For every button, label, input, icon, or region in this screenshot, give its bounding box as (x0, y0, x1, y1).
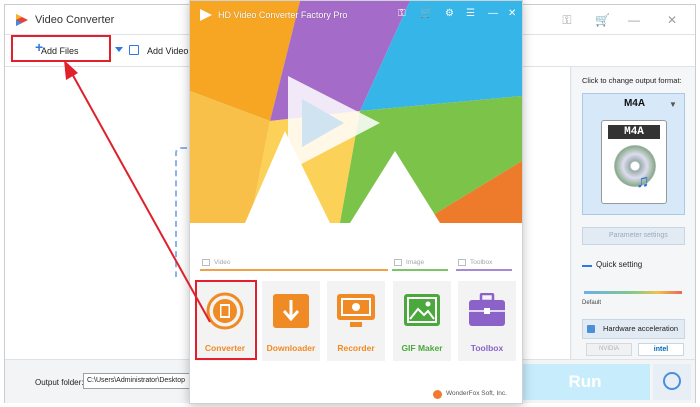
recorder-icon (337, 294, 375, 327)
parameter-settings-label: Parameter settings (609, 232, 668, 239)
quality-default-label: Default (582, 300, 602, 306)
quick-setting-label: Quick setting (596, 260, 643, 269)
output-folder-field[interactable]: C:\Users\Administrator\Desktop (83, 373, 193, 389)
nvidia-badge: NVIDIA (586, 343, 632, 356)
video-section-icon (202, 259, 210, 266)
output-folder-label: Output folder: (35, 378, 84, 387)
minimize-icon[interactable]: — (488, 8, 498, 20)
downloader-tile[interactable]: Downloader (262, 281, 320, 361)
cart-icon[interactable]: 🛒 (420, 8, 432, 20)
recorder-tile[interactable]: Recorder (327, 281, 385, 361)
footer: WonderFox Soft, Inc. (190, 379, 522, 403)
format-icon-label: M4A (608, 125, 660, 139)
section-video-label: Video (214, 259, 231, 266)
cart-icon[interactable]: 🛒 (595, 13, 610, 27)
output-settings-panel: Click to change output format: M4A ▼ M4A… (572, 67, 695, 359)
add-files-highlight (11, 35, 111, 62)
chevron-down-icon: ▼ (669, 100, 677, 109)
output-format-selector[interactable]: M4A ▼ M4A ♫ (582, 93, 685, 215)
downloader-icon (273, 294, 309, 328)
gif-maker-label: GIF Maker (401, 343, 443, 353)
section-divider (200, 269, 388, 271)
gif-maker-icon (404, 294, 440, 326)
hero-banner (190, 1, 522, 223)
wonderfox-logo-icon (433, 390, 442, 399)
music-note-icon: ♫ (636, 171, 650, 191)
section-divider (456, 269, 512, 271)
footer-credit: WonderFox Soft, Inc. (446, 390, 507, 397)
section-image-label: Image (406, 259, 425, 266)
change-format-hint: Click to change output format: (582, 76, 682, 85)
key-icon[interactable]: ⚿ (560, 13, 574, 27)
downloader-label: Downloader (266, 343, 316, 353)
key-icon[interactable]: ⚿ (398, 8, 406, 20)
minimize-icon[interactable]: — (627, 13, 641, 27)
parameter-settings-button[interactable]: Parameter settings (582, 227, 685, 245)
hardware-acceleration-toggle[interactable]: Hardware acceleration (582, 319, 685, 339)
converter-highlight (195, 280, 257, 360)
window-title: Video Converter (35, 14, 115, 26)
window-title: HD Video Converter Factory Pro (218, 10, 348, 20)
toolbox-section-icon (458, 259, 466, 266)
quality-slider[interactable] (584, 291, 682, 294)
hardware-acceleration-label: Hardware acceleration (603, 324, 679, 333)
alarm-clock-button[interactable] (653, 364, 691, 400)
close-icon[interactable]: ✕ (665, 13, 679, 27)
toolbox-label: Toolbox (470, 343, 504, 353)
settings-icon[interactable]: ⚙ (445, 8, 454, 20)
section-toolbox-label: Toolbox (470, 259, 493, 266)
image-section-icon (394, 259, 402, 266)
menu-icon[interactable]: ☰ (466, 8, 475, 20)
toolbox-icon (469, 293, 505, 326)
disc-icon (614, 145, 656, 187)
run-button[interactable]: Run (520, 364, 650, 400)
app-logo-icon (16, 14, 28, 26)
checkbox-icon[interactable] (587, 325, 595, 333)
toolbox-tile[interactable]: Toolbox (458, 281, 516, 361)
chevron-down-icon[interactable] (115, 47, 123, 52)
slider-icon (582, 265, 592, 267)
m4a-file-icon: M4A ♫ (601, 120, 667, 204)
recorder-label: Recorder (337, 343, 375, 353)
intel-badge: intel (638, 343, 684, 356)
alarm-clock-icon (663, 372, 681, 390)
close-icon[interactable]: ✕ (508, 8, 516, 20)
gif-maker-tile[interactable]: GIF Maker (393, 281, 451, 361)
section-divider (392, 269, 448, 271)
app-logo-icon (200, 9, 212, 21)
